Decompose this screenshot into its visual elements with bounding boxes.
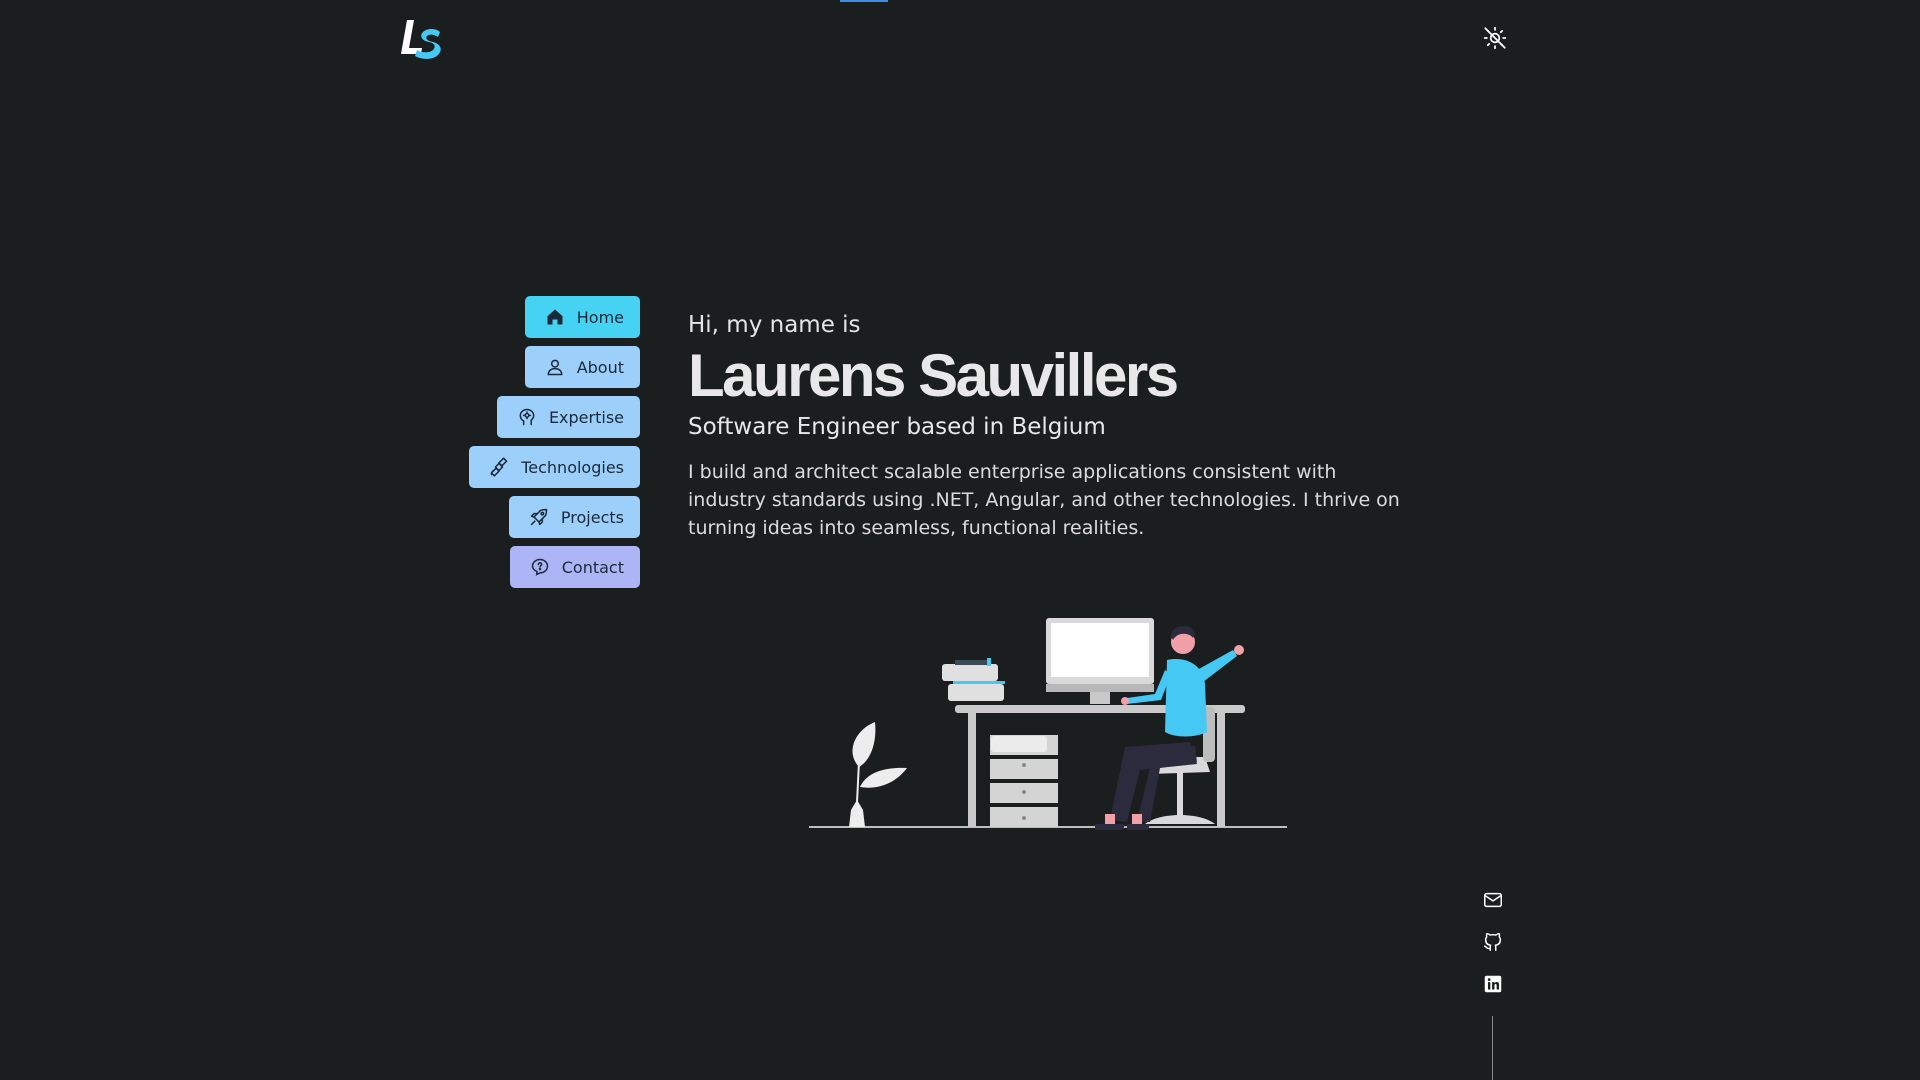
page-progress-indicator bbox=[840, 0, 888, 2]
satellite-icon bbox=[489, 457, 509, 477]
brain-icon bbox=[517, 407, 537, 427]
nav-item-label: Expertise bbox=[548, 407, 624, 427]
hero-bio: I build and architect scalable enterpris… bbox=[688, 461, 1400, 539]
linkedin-link[interactable] bbox=[1481, 974, 1505, 998]
sun-off-icon bbox=[1482, 25, 1508, 55]
nav-item-label: About bbox=[576, 357, 624, 377]
nav-item-label: Projects bbox=[560, 507, 624, 527]
nav-item-home[interactable]: Home bbox=[524, 296, 640, 338]
mail-icon bbox=[1482, 889, 1504, 915]
chat-question-icon bbox=[530, 557, 550, 577]
rocket-icon bbox=[529, 507, 549, 527]
social-links bbox=[1480, 890, 1506, 998]
hero-name: Laurens Sauvillers bbox=[688, 342, 1179, 409]
developer-desk-illustration bbox=[805, 612, 1290, 834]
nav-item-label: Contact bbox=[561, 557, 624, 577]
hero-subtitle: Software Engineer based in Belgium bbox=[688, 414, 1106, 440]
nav-item-projects[interactable]: Projects bbox=[508, 496, 640, 538]
nav-item-contact[interactable]: Contact bbox=[509, 546, 640, 588]
nav-item-expertise[interactable]: Expertise bbox=[496, 396, 640, 438]
linkedin-icon bbox=[1482, 973, 1504, 999]
theme-toggle-button[interactable] bbox=[1481, 26, 1509, 54]
user-icon bbox=[545, 357, 565, 377]
page: Home About Expertise Technologies Projec… bbox=[0, 0, 1920, 1080]
site-logo[interactable] bbox=[400, 14, 446, 62]
github-icon bbox=[1482, 931, 1504, 957]
side-navigation: Home About Expertise Technologies Projec… bbox=[460, 296, 640, 588]
nav-item-about[interactable]: About bbox=[524, 346, 640, 388]
nav-item-technologies[interactable]: Technologies bbox=[469, 446, 640, 488]
nav-item-label: Technologies bbox=[521, 457, 624, 477]
github-link[interactable] bbox=[1481, 932, 1505, 956]
hero-section: Hi, my name is Laurens Sauvillers Softwa… bbox=[688, 312, 1408, 561]
hero-greeting: Hi, my name is bbox=[688, 312, 861, 338]
social-divider-line bbox=[1492, 1016, 1493, 1080]
nav-item-label: Home bbox=[576, 307, 624, 327]
home-icon bbox=[545, 307, 565, 327]
email-link[interactable] bbox=[1481, 890, 1505, 914]
